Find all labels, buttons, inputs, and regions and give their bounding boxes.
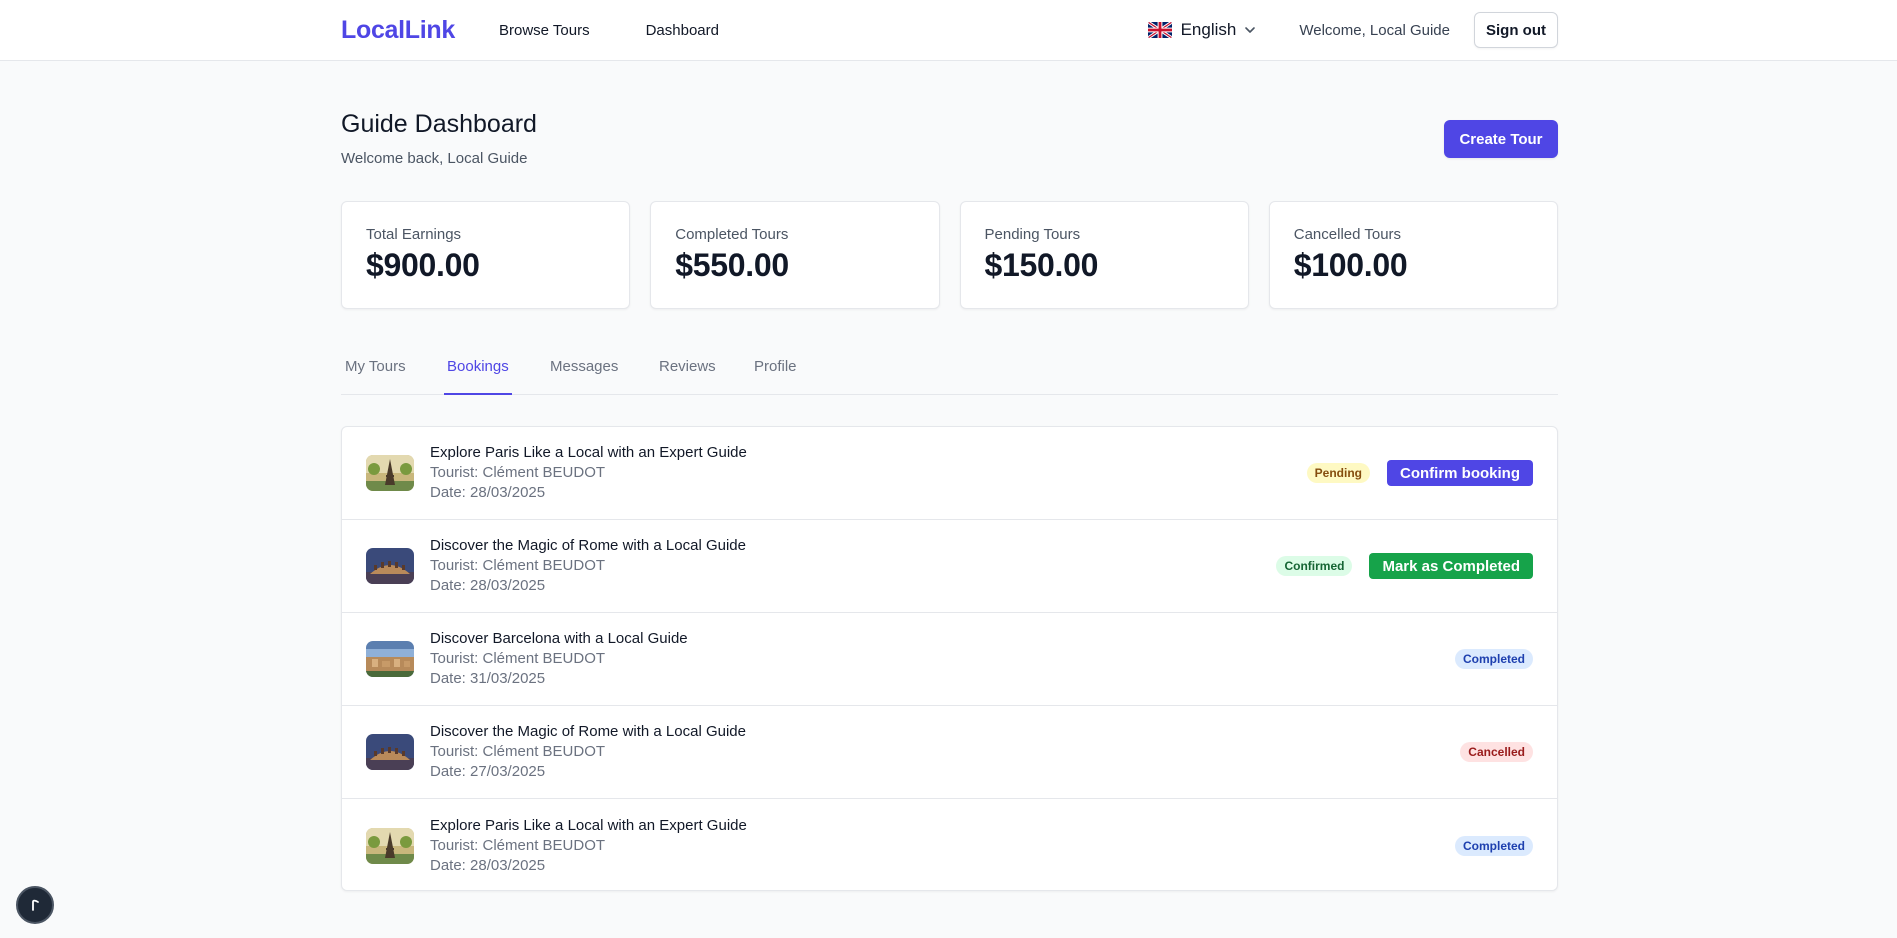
barcelona-cityscape-icon xyxy=(366,641,414,677)
stat-label: Cancelled Tours xyxy=(1293,226,1402,243)
confirm-booking-button[interactable]: Confirm booking xyxy=(1387,460,1533,486)
booking-date: Date: 28/03/2025 xyxy=(430,856,546,874)
tab-my-tours[interactable]: My Tours xyxy=(345,358,406,395)
booking-row: Explore Paris Like a Local with an Exper… xyxy=(342,427,1557,520)
paris-eiffel-icon xyxy=(366,827,414,864)
nav-dashboard-link[interactable]: Dashboard xyxy=(646,22,719,39)
stat-value: $100.00 xyxy=(1293,247,1408,283)
booking-tour-title: Discover the Magic of Rome with a Local … xyxy=(430,723,746,740)
cursor-arrow-icon xyxy=(32,899,39,911)
rome-colosseum-icon xyxy=(366,548,414,584)
booking-info: Discover Barcelona with a Local Guide To… xyxy=(430,629,688,689)
booking-tourist: Tourist: Clément BEUDOT xyxy=(430,464,606,481)
chevron-down-icon xyxy=(1245,27,1256,33)
paris-eiffel-icon xyxy=(366,455,414,491)
nav-browse-tours-link[interactable]: Browse Tours xyxy=(499,22,590,39)
booking-info: Explore Paris Like a Local with an Exper… xyxy=(430,816,747,876)
uk-flag-icon xyxy=(1147,22,1172,38)
booking-tourist: Tourist: Clément BEUDOT xyxy=(430,836,606,854)
page-title: Guide Dashboard xyxy=(341,110,537,138)
stat-value: $550.00 xyxy=(675,247,789,283)
booking-tour-title: Discover Barcelona with a Local Guide xyxy=(430,630,688,647)
stat-card-pending-tours: Pending Tours $150.00 xyxy=(959,201,1249,309)
stat-card-total-earnings: Total Earnings $900.00 xyxy=(341,201,631,309)
top-navbar: LocalLink Browse Tours Dashboard English xyxy=(0,0,1897,61)
tab-profile[interactable]: Profile xyxy=(754,358,797,395)
floating-action-button[interactable] xyxy=(16,886,54,924)
booking-tour-title: Explore Paris Like a Local with an Exper… xyxy=(430,444,747,461)
booking-info: Discover the Magic of Rome with a Local … xyxy=(430,722,746,782)
rome-colosseum-icon xyxy=(366,734,414,770)
status-badge: Cancelled xyxy=(1460,742,1533,762)
status-badge: Completed xyxy=(1454,835,1533,856)
booking-actions: Pending Confirm booking xyxy=(1306,460,1533,486)
booking-actions: Completed xyxy=(1454,649,1533,669)
status-badge: Pending xyxy=(1306,463,1370,483)
booking-tour-title: Explore Paris Like a Local with an Exper… xyxy=(430,816,747,834)
booking-tour-title: Discover the Magic of Rome with a Local … xyxy=(430,537,746,554)
status-badge: Completed xyxy=(1454,649,1533,669)
booking-info: Explore Paris Like a Local with an Exper… xyxy=(430,443,747,503)
stat-card-completed-tours: Completed Tours $550.00 xyxy=(650,201,940,309)
language-label: English xyxy=(1180,20,1237,39)
booking-date: Date: 28/03/2025 xyxy=(430,577,546,594)
booking-row: Explore Paris Like a Local with an Exper… xyxy=(342,799,1557,890)
tab-reviews[interactable]: Reviews xyxy=(659,358,716,395)
booking-info: Discover the Magic of Rome with a Local … xyxy=(430,536,746,596)
logo[interactable]: LocalLink xyxy=(341,16,455,45)
page-subtitle: Welcome back, Local Guide xyxy=(341,150,528,167)
booking-tourist: Tourist: Clément BEUDOT xyxy=(430,650,606,667)
stat-card-cancelled-tours: Cancelled Tours $100.00 xyxy=(1268,201,1558,309)
booking-actions: Cancelled xyxy=(1460,742,1533,762)
welcome-text: Welcome, Local Guide xyxy=(1299,21,1450,39)
dashboard-tabs: My Tours Bookings Messages Reviews Profi… xyxy=(341,354,1558,395)
stat-label: Pending Tours xyxy=(984,226,1081,243)
navbar-inner: LocalLink Browse Tours Dashboard English xyxy=(341,0,1558,60)
booking-tourist: Tourist: Clément BEUDOT xyxy=(430,557,606,574)
mark-as-completed-button[interactable]: Mark as Completed xyxy=(1369,553,1533,579)
stat-value: $900.00 xyxy=(366,247,480,283)
booking-actions: Confirmed Mark as Completed xyxy=(1276,553,1533,579)
navbar-right: English Welcome, Local Guide Sign out xyxy=(1147,12,1558,48)
booking-tourist: Tourist: Clément BEUDOT xyxy=(430,743,606,760)
create-tour-button[interactable]: Create Tour xyxy=(1444,120,1558,158)
tab-messages[interactable]: Messages xyxy=(550,358,618,395)
booking-date: Date: 31/03/2025 xyxy=(430,670,546,687)
status-badge: Confirmed xyxy=(1276,556,1353,576)
booking-date: Date: 28/03/2025 xyxy=(430,484,546,501)
sign-out-button[interactable]: Sign out xyxy=(1474,12,1558,48)
booking-row: Discover the Magic of Rome with a Local … xyxy=(342,520,1557,613)
bookings-list: Explore Paris Like a Local with an Exper… xyxy=(341,426,1558,891)
booking-date: Date: 27/03/2025 xyxy=(430,763,546,780)
stat-label: Total Earnings xyxy=(366,226,462,243)
tab-bookings[interactable]: Bookings xyxy=(444,358,512,395)
language-selector[interactable]: English xyxy=(1147,20,1258,40)
stats-row: Total Earnings $900.00 Completed Tours $… xyxy=(341,201,1558,309)
stat-value: $150.00 xyxy=(984,247,1099,283)
booking-row: Discover Barcelona with a Local Guide To… xyxy=(342,613,1557,706)
stat-label: Completed Tours xyxy=(675,226,789,243)
booking-row: Discover the Magic of Rome with a Local … xyxy=(342,706,1557,799)
booking-actions: Completed xyxy=(1454,835,1533,856)
